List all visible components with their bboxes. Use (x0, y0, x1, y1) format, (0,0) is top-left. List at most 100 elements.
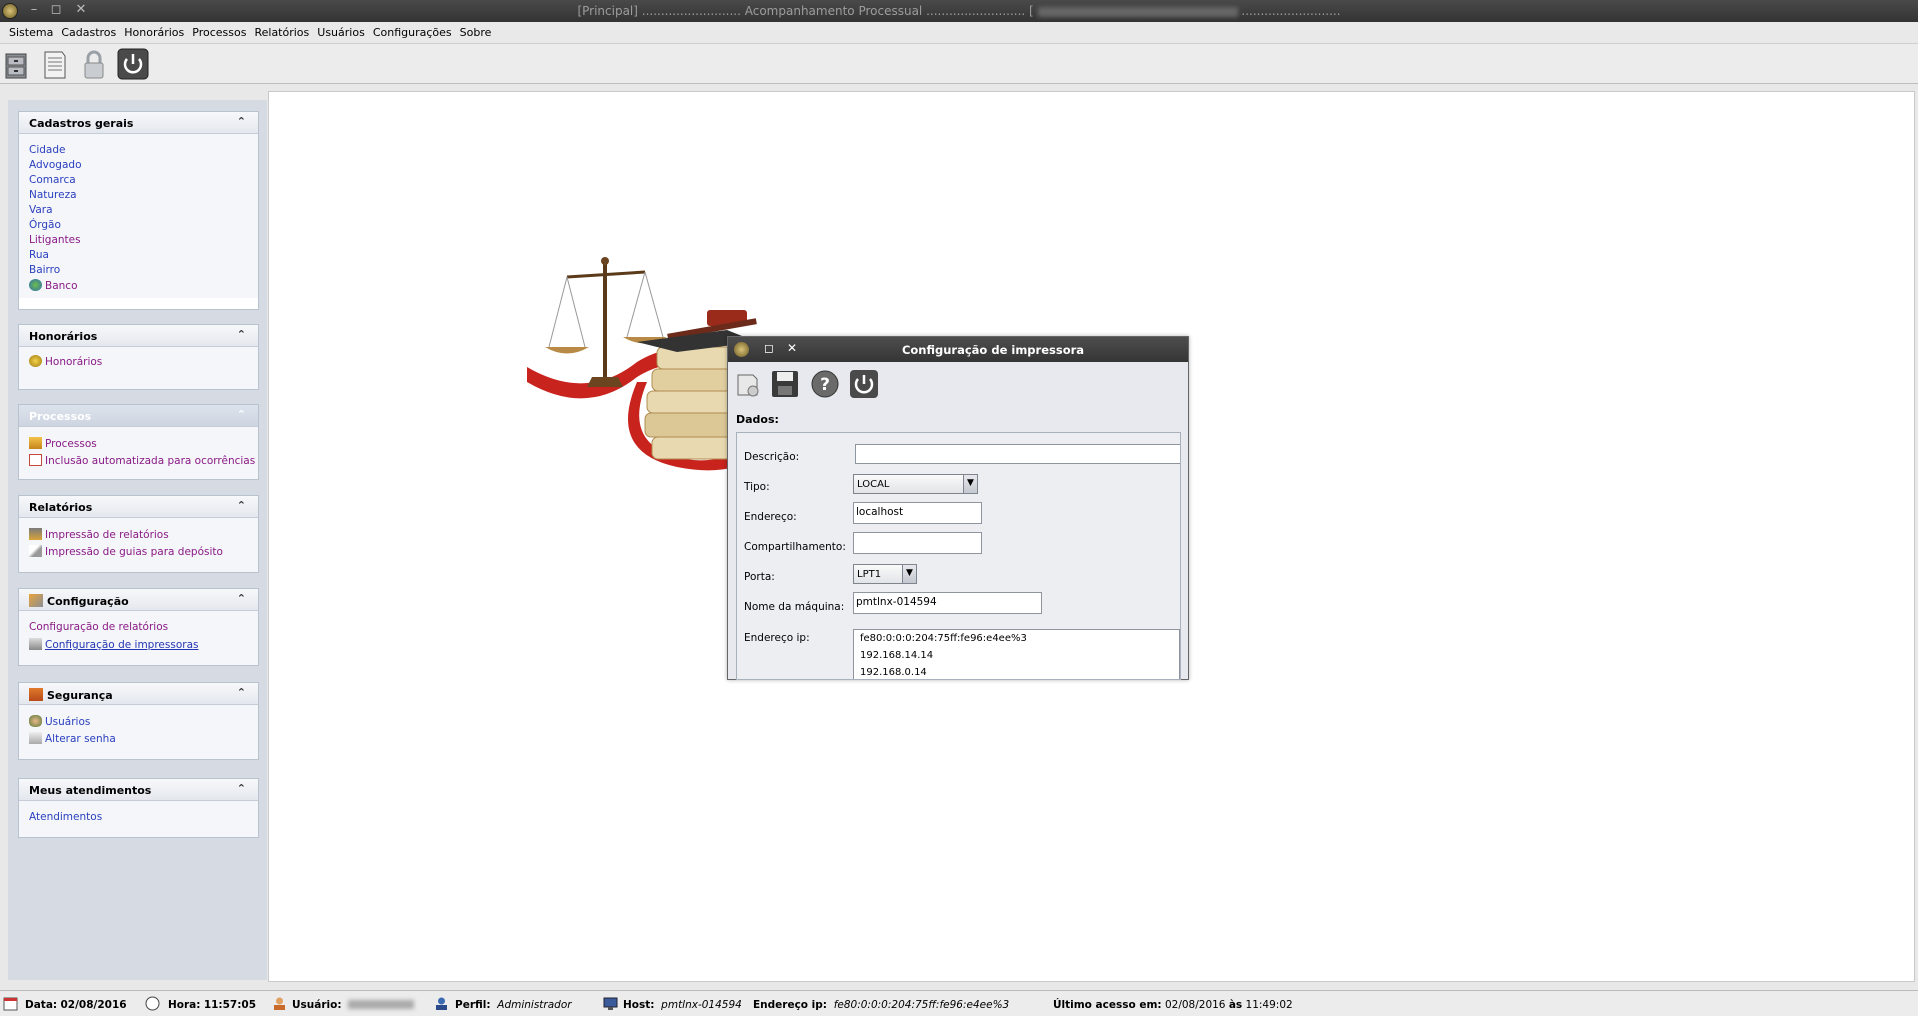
panel-header[interactable]: Processos ⌃ (19, 405, 258, 427)
sidebar-item-litigantes[interactable]: Litigantes (29, 234, 258, 249)
lock-icon[interactable] (78, 48, 110, 80)
porta-select-value: LPT1 (857, 569, 882, 580)
list-item[interactable]: fe80:0:0:0:204:75ff:fe96:e4ee%3 (860, 633, 1173, 650)
descricao-input[interactable] (855, 444, 1180, 464)
sidebar-item-atendimentos[interactable]: Atendimentos (29, 811, 258, 826)
menu-sistema[interactable]: Sistema (5, 22, 57, 39)
sidebar-item-label: Inclusão automatizada para ocorrências (45, 455, 256, 467)
power-icon[interactable] (849, 369, 879, 399)
section-title: Dados: (736, 413, 779, 426)
sidebar-item-advogado[interactable]: Advogado (29, 159, 258, 174)
sidebar-item-natureza[interactable]: Natureza (29, 189, 258, 204)
main-toolbar (0, 44, 1918, 84)
panel-relatorios: Relatórios ⌃ Impressão de relatórios Impr… (18, 495, 259, 573)
sidebar-item-impressao-guias[interactable]: Impressão de guias para depósito (29, 545, 258, 560)
toolbox-icon (29, 688, 43, 701)
sidebar-item-comarca[interactable]: Comarca (29, 174, 258, 189)
sidebar-item-usuarios[interactable]: Usuários (29, 715, 258, 732)
sidebar-item-bairro[interactable]: Bairro (29, 264, 258, 279)
sidebar-item-label: Banco (45, 280, 78, 292)
panel-header[interactable]: Honorários ⌃ (19, 325, 258, 347)
collapse-chevron-icon[interactable]: ⌃ (237, 782, 246, 795)
endereco-ip-list[interactable]: fe80:0:0:0:204:75ff:fe96:e4ee%3 192.168.… (853, 629, 1180, 679)
list-item[interactable]: 192.168.14.14 (860, 650, 1173, 667)
status-user: Usuário: (292, 999, 342, 1011)
list-item[interactable]: 192.168.0.14 (860, 667, 1173, 679)
endereco-input[interactable]: localhost (853, 502, 982, 524)
computer-icon (603, 997, 618, 1010)
sidebar-item-vara[interactable]: Vara (29, 204, 258, 219)
file-cabinet-icon[interactable] (2, 48, 34, 80)
new-document-icon[interactable] (733, 369, 763, 399)
status-time-label: Hora: (168, 999, 201, 1011)
collapse-chevron-icon[interactable]: ⌃ (237, 686, 246, 699)
sidebar-item-label: Impressão de guias para depósito (45, 546, 223, 558)
save-icon[interactable] (770, 369, 800, 399)
sidebar: Cadastros gerais ⌃ Cidade Advogado Comarc… (8, 100, 267, 980)
menu-honorarios[interactable]: Honorários (120, 22, 188, 39)
sidebar-item-configuracao-relatorios[interactable]: Configuração de relatórios (29, 621, 258, 638)
status-user-label: Usuário: (292, 999, 342, 1011)
nome-maquina-input[interactable]: pmtlnx-014594 (853, 592, 1042, 614)
panel-title: Relatórios (29, 501, 93, 514)
menu-usuarios[interactable]: Usuários (313, 22, 369, 39)
status-time-value: 11:57:05 (203, 999, 257, 1011)
panel-header[interactable]: Meus atendimentos ⌃ (19, 779, 258, 801)
collapse-chevron-icon[interactable]: ⌃ (237, 115, 246, 128)
collapse-chevron-icon[interactable]: ⌃ (237, 499, 246, 512)
sidebar-item-label: Alterar senha (45, 733, 116, 745)
clock-icon (145, 996, 160, 1011)
compartilhamento-input[interactable] (853, 532, 982, 554)
svg-text:?: ? (820, 375, 830, 395)
sidebar-item-inclusao-automatizada[interactable]: Inclusão automatizada para ocorrências (29, 454, 258, 469)
status-profile-value: Administrador (497, 999, 572, 1011)
document-icon[interactable] (38, 48, 70, 80)
dropdown-arrow-icon[interactable]: ▼ (902, 565, 916, 583)
status-ip-label: Endereço ip: (753, 999, 827, 1011)
sidebar-item-orgao[interactable]: Órgão (29, 219, 258, 234)
sidebar-item-configuracao-impressoras[interactable]: Configuração de impressoras (29, 638, 258, 653)
sidebar-item-honorarios[interactable]: Honorários (29, 355, 258, 370)
help-icon[interactable]: ? (810, 369, 840, 399)
power-icon[interactable] (117, 48, 149, 80)
collapse-chevron-icon[interactable]: ⌃ (237, 592, 246, 605)
menu-configuracoes[interactable]: Configurações (369, 22, 456, 39)
tools-icon (29, 594, 43, 607)
sidebar-item-cidade[interactable]: Cidade (29, 144, 258, 159)
menu-relatorios[interactable]: Relatórios (250, 22, 313, 39)
window-title-suffix: .......................... (1237, 4, 1341, 18)
window-title: [Principal] .......................... A… (0, 4, 1918, 18)
document-add-icon (29, 454, 42, 466)
porta-label: Porta: (744, 571, 775, 583)
sidebar-item-alterar-senha[interactable]: Alterar senha (29, 732, 258, 747)
printer-config-dialog: ◻ ✕ Configuração de impressora ? Dados: … (727, 336, 1189, 680)
status-date-label: Data: (25, 999, 58, 1011)
panel-honorarios: Honorários ⌃ Honorários (18, 324, 259, 390)
sidebar-item-processos[interactable]: Processos (29, 437, 258, 454)
collapse-chevron-icon[interactable]: ⌃ (237, 408, 246, 421)
collapse-chevron-icon[interactable]: ⌃ (237, 328, 246, 341)
coins-icon (29, 355, 42, 367)
status-bar: Data: 02/08/2016 Hora: 11:57:05 Usuário:… (0, 990, 1918, 1016)
descricao-label: Descrição: (744, 451, 800, 463)
sidebar-item-impressao-relatorios[interactable]: Impressão de relatórios (29, 528, 258, 545)
porta-select[interactable]: LPT1 ▼ (853, 564, 917, 584)
sidebar-item-banco[interactable]: Banco (29, 279, 258, 294)
panel-header[interactable]: Segurança ⌃ (19, 683, 258, 705)
endereco-label: Endereço: (744, 511, 797, 523)
sidebar-item-rua[interactable]: Rua (29, 249, 258, 264)
dialog-title: Configuração de impressora (901, 343, 1085, 357)
menu-bar: Sistema Cadastros Honorários Processos Relat… (0, 22, 1918, 44)
panel-header[interactable]: Cadastros gerais ⌃ (19, 112, 258, 134)
menu-sobre[interactable]: Sobre (456, 22, 496, 39)
menu-processos[interactable]: Processos (188, 22, 250, 39)
status-profile: Perfil: Administrador (455, 999, 572, 1011)
window-titlebar: – ◻ ✕ [Principal] ......................… (0, 0, 1918, 22)
dropdown-arrow-icon[interactable]: ▼ (963, 475, 977, 493)
panel-header[interactable]: Relatórios ⌃ (19, 496, 258, 518)
panel-header[interactable]: Configuração ⌃ (19, 589, 258, 611)
menu-cadastros[interactable]: Cadastros (57, 22, 120, 39)
tipo-select[interactable]: LOCAL ▼ (853, 474, 978, 494)
user-icon (274, 997, 285, 1010)
printer-icon (29, 528, 42, 540)
